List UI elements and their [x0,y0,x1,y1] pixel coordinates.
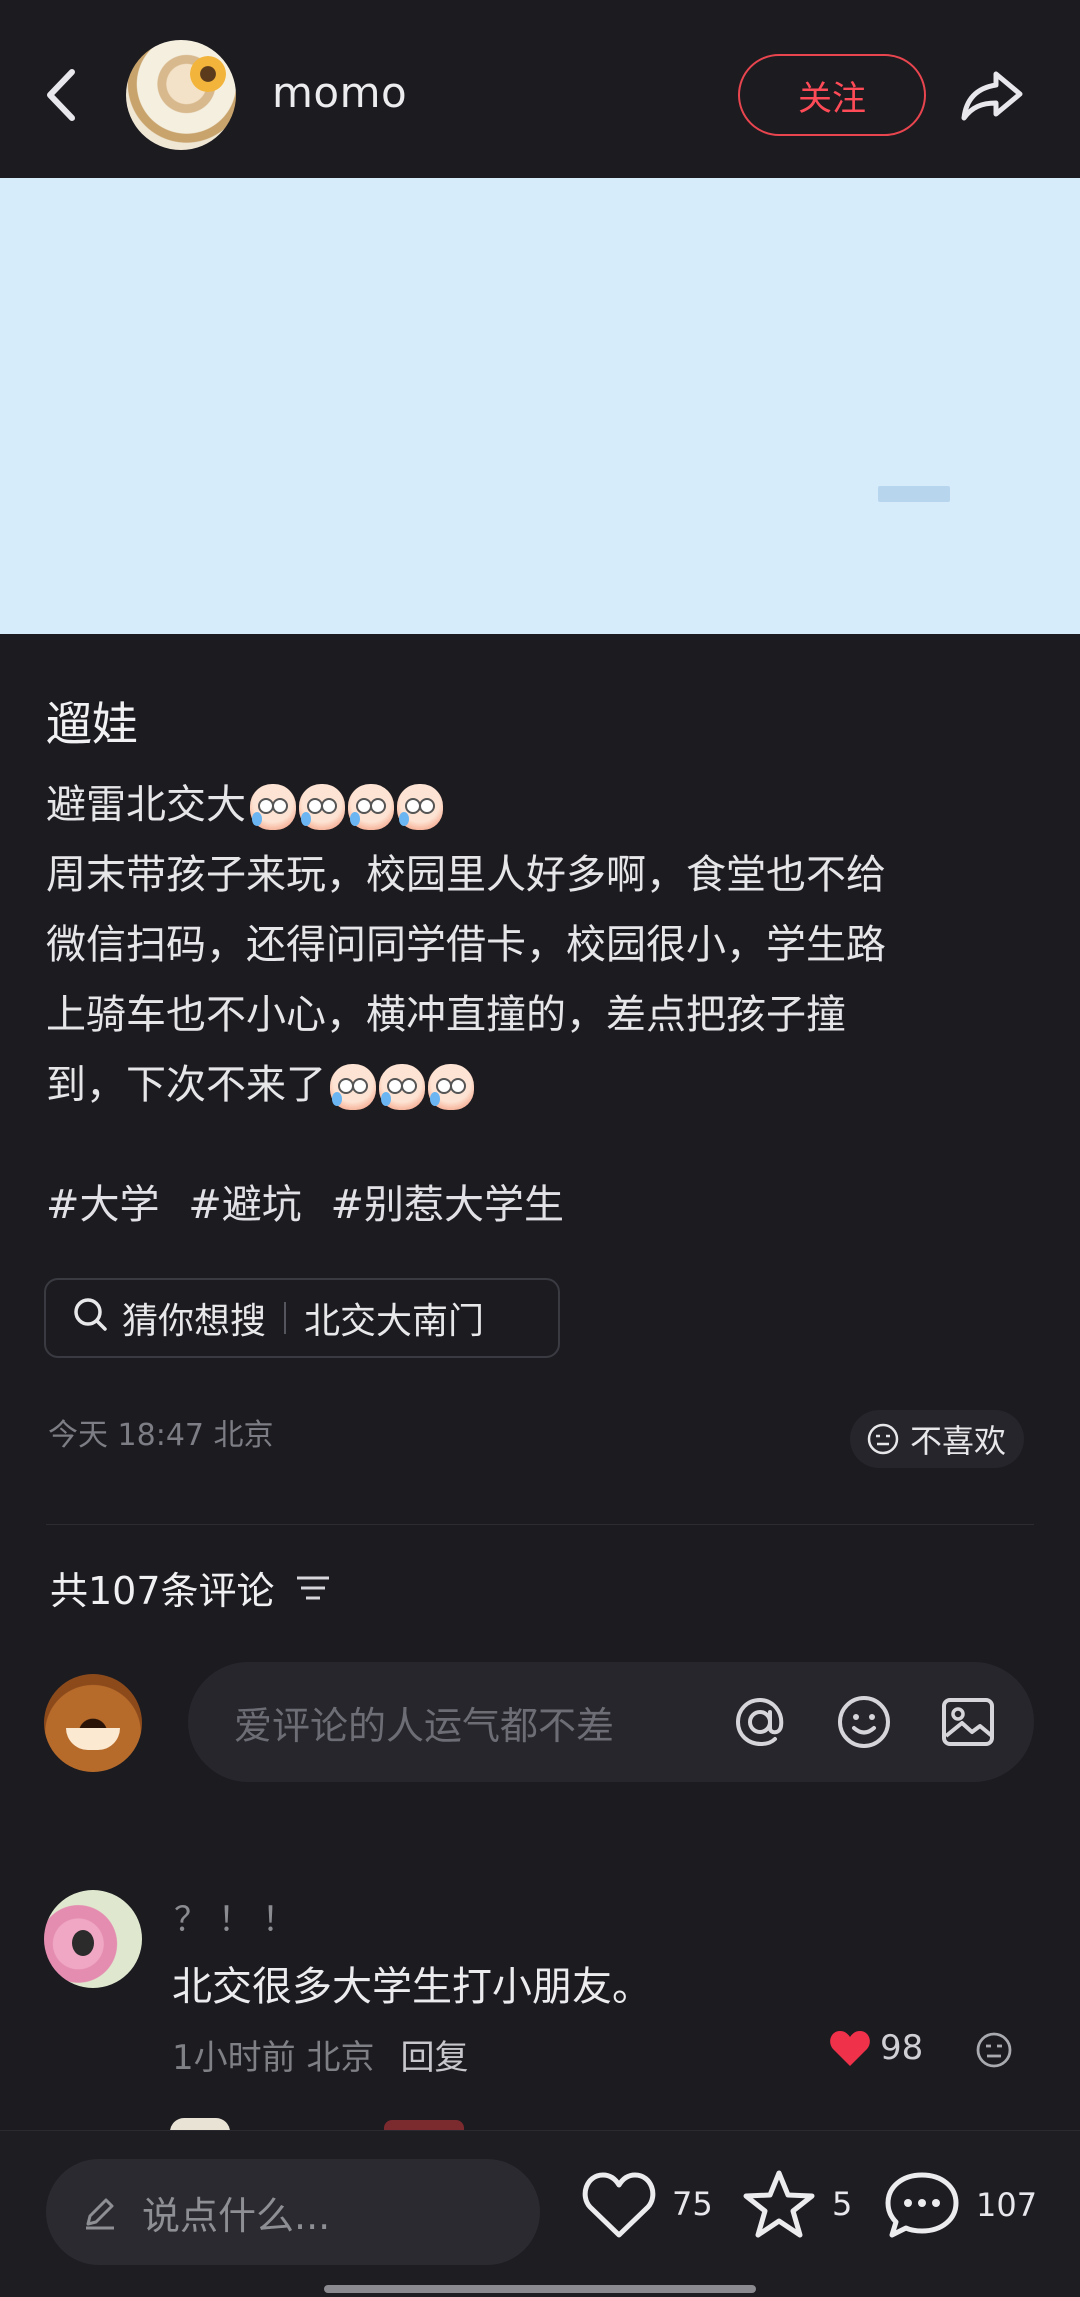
heart-icon [830,2031,870,2066]
sweat-emoji-icon [348,784,394,830]
chip-divider [284,1302,287,1334]
next-comment-badge [384,2120,464,2130]
sweat-emoji-icon [299,784,345,830]
commenter-avatar[interactable] [44,1890,142,1988]
comment-placeholder: 爱评论的人运气都不差 [234,1703,615,1748]
share-icon[interactable] [958,60,1028,130]
post-line: 避雷北交大 [46,770,1036,840]
post-line: 微信扫码，还得问同学借卡，校园很小，学生路 [46,922,886,968]
favorite-count: 5 [832,2185,853,2223]
emoji-icon[interactable] [832,1690,896,1754]
post-line: 到，下次不来了 [46,1050,1036,1120]
author-name[interactable]: momo [272,68,407,117]
follow-button[interactable]: 关注 [738,54,926,136]
search-suggestion-chip[interactable]: 猜你想搜 北交大南门 [44,1278,560,1358]
sweat-emoji-group [250,784,446,830]
sweat-emoji-icon [330,1064,376,1110]
search-hint-label: 猜你想搜 [122,1301,267,1342]
tag-link[interactable]: #避坑 [188,1182,302,1228]
comments-count-label: 共107条评论 [50,1569,275,1613]
say-placeholder: 说点什么... [142,2193,331,2238]
home-indicator [324,2285,756,2293]
image-mark [878,486,950,502]
dislike-face-icon [867,1423,899,1455]
star-icon [743,2170,815,2238]
like-count: 75 [672,2185,713,2223]
search-icon [70,1294,110,1343]
sweat-emoji-icon [397,784,443,830]
comment-time-location: 1小时前 北京 [172,2038,375,2078]
comment-button[interactable]: 107 [882,2167,1037,2243]
comment-like-button[interactable]: 98 [828,2028,923,2068]
reply-button[interactable]: 回复 [400,2038,468,2078]
comment-bubble-icon [885,2172,959,2238]
post-line: 周末带孩子来玩，校园里人好多啊，食堂也不给 [46,852,886,898]
comment-like-count: 98 [880,2028,924,2068]
comment-dislike-icon[interactable] [974,2030,1014,2074]
post-body: 避雷北交大 周末带孩子来玩，校园里人好多啊，食堂也不给 微信扫码，还得问同学借卡… [46,770,1036,1120]
like-button[interactable]: 75 [580,2167,713,2241]
back-arrow-icon[interactable] [38,60,88,130]
say-something-input[interactable]: 说点什么... [46,2159,540,2265]
divider [46,1524,1034,1525]
favorite-button[interactable]: 5 [740,2167,852,2241]
dislike-button[interactable]: 不喜欢 [850,1410,1025,1468]
comment-input[interactable]: 爱评论的人运气都不差 [188,1662,1034,1782]
tag-link[interactable]: #别惹大学生 [330,1182,564,1228]
comment-meta: 1小时前 北京 回复 [172,2030,468,2079]
sweat-emoji-icon [428,1064,474,1110]
author-avatar[interactable] [126,40,236,150]
pencil-icon [86,2198,114,2230]
post-meta: 今天 18:47 北京 [48,1418,274,1453]
sweat-emoji-group [330,1064,477,1110]
my-avatar [44,1674,142,1772]
image-icon[interactable] [936,1690,1000,1754]
at-icon[interactable] [728,1690,792,1754]
post-line: 上骑车也不小心，横冲直撞的，差点把孩子撞 [46,992,846,1038]
post-line-text: 到，下次不来了 [46,1062,326,1108]
post-detail-page: momo 关注 遛娃 避雷北交大 周末带孩子来玩，校园里人好多啊，食堂也不给 微… [0,0,1080,2297]
tag-list: #大学 #避坑 #别惹大学生 [46,1172,580,1230]
commenter-name[interactable]: ？！！ [174,1892,306,1941]
sweat-emoji-icon [250,784,296,830]
post-line-text: 避雷北交大 [46,782,246,828]
comments-count: 共107条评论 [50,1560,331,1615]
bottom-action-bar: 说点什么... 75 5 107 [0,2130,1080,2297]
sweat-emoji-icon [379,1064,425,1110]
top-bar: momo 关注 [0,0,1080,178]
search-hint-value: 北交大南门 [304,1301,485,1342]
heart-icon [582,2172,656,2238]
post-image[interactable] [0,178,1080,634]
post-title: 遛娃 [46,697,138,751]
filter-icon[interactable] [295,1573,331,1603]
tag-link[interactable]: #大学 [46,1182,160,1228]
comment-count: 107 [976,2186,1038,2224]
comment-text: 北交很多大学生打小朋友。 [172,1964,652,2010]
dislike-label: 不喜欢 [910,1422,1007,1460]
